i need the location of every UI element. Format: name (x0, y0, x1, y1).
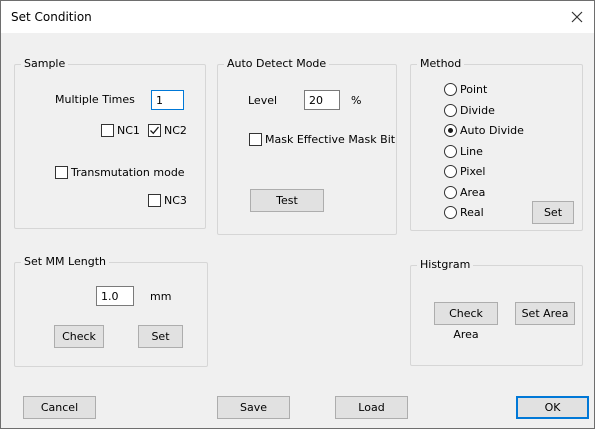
mm-unit: mm (150, 290, 172, 303)
method-radio-label: Line (460, 144, 483, 158)
dialog-title: Set Condition (11, 10, 92, 24)
transmutation-checkbox[interactable]: Transmutation mode (55, 164, 185, 180)
radio-circle (444, 164, 457, 178)
method-radio-area[interactable]: Area (444, 184, 485, 200)
method-radio-divide[interactable]: Divide (444, 102, 495, 118)
nc2-box (148, 123, 161, 137)
method-radio-point[interactable]: Point (444, 81, 487, 97)
nc1-label: NC1 (117, 123, 140, 137)
sample-group: Sample Multiple Times NC1 NC2 Transmutat… (14, 57, 206, 229)
level-unit: % (351, 94, 362, 107)
title-bar: Set Condition (1, 1, 594, 33)
nc2-checkbox[interactable]: NC2 (148, 122, 187, 138)
mask-box (249, 132, 262, 146)
multiple-times-input[interactable] (151, 90, 184, 110)
test-button[interactable]: Test (250, 189, 324, 212)
close-button[interactable] (566, 6, 588, 28)
mm-check-button[interactable]: Check (54, 325, 104, 348)
mm-length-group: Set MM Length mm Check Set (14, 255, 208, 367)
method-radio-label: Auto Divide (460, 123, 524, 137)
close-icon (571, 11, 583, 23)
method-legend: Method (417, 57, 465, 71)
nc3-checkbox[interactable]: NC3 (148, 192, 187, 208)
histgram-legend: Histgram (417, 258, 474, 272)
transmutation-label: Transmutation mode (71, 165, 185, 179)
checkmark-icon (150, 126, 160, 134)
method-radio-auto-divide[interactable]: Auto Divide (444, 122, 524, 138)
ok-button[interactable]: OK (516, 396, 589, 419)
method-radio-line[interactable]: Line (444, 143, 483, 159)
level-input[interactable] (304, 90, 340, 110)
nc1-checkbox[interactable]: NC1 (101, 122, 140, 138)
method-radio-label: Point (460, 82, 488, 96)
histgram-group: Histgram Check Area Set Area (410, 258, 583, 366)
transmutation-box (55, 165, 68, 179)
method-radio-label: Pixel (460, 164, 486, 178)
sample-legend: Sample (21, 57, 69, 71)
radio-selected-dot (448, 127, 453, 133)
radio-circle (444, 185, 457, 199)
method-radio-pixel[interactable]: Pixel (444, 163, 485, 179)
nc1-box (101, 123, 114, 137)
nc3-box (148, 193, 161, 207)
mm-length-legend: Set MM Length (21, 255, 109, 269)
auto-detect-group: Auto Detect Mode Level % Mask Effective … (217, 57, 397, 235)
mask-label: Mask Effective Mask Bit (265, 132, 396, 146)
radio-circle (444, 205, 457, 219)
load-button[interactable]: Load (335, 396, 408, 419)
mm-set-button[interactable]: Set (138, 325, 183, 348)
method-radio-label: Divide (460, 103, 495, 117)
radio-circle (444, 144, 457, 158)
cancel-button[interactable]: Cancel (23, 396, 96, 419)
radio-circle (444, 82, 457, 96)
auto-detect-legend: Auto Detect Mode (224, 57, 330, 71)
nc2-label: NC2 (164, 123, 187, 137)
method-group: Method Point Divide Auto Divide Line Pixel Ar… (410, 57, 583, 231)
radio-circle (444, 123, 457, 137)
set-condition-dialog: Set Condition Sample Multiple Times NC1 … (0, 0, 595, 429)
mask-effective-checkbox[interactable]: Mask Effective Mask Bit (249, 131, 395, 147)
method-radio-label: Real (460, 205, 484, 219)
nc3-label: NC3 (164, 193, 187, 207)
save-button[interactable]: Save (217, 396, 290, 419)
radio-circle (444, 103, 457, 117)
method-set-button[interactable]: Set (532, 201, 574, 224)
level-label: Level (248, 94, 278, 107)
method-radio-real[interactable]: Real (444, 204, 484, 220)
mm-length-input[interactable] (96, 286, 134, 306)
multiple-times-label: Multiple Times (55, 93, 135, 106)
set-area-button[interactable]: Set Area (515, 302, 575, 325)
method-radio-label: Area (460, 185, 486, 199)
check-area-button[interactable]: Check Area (434, 302, 498, 341)
